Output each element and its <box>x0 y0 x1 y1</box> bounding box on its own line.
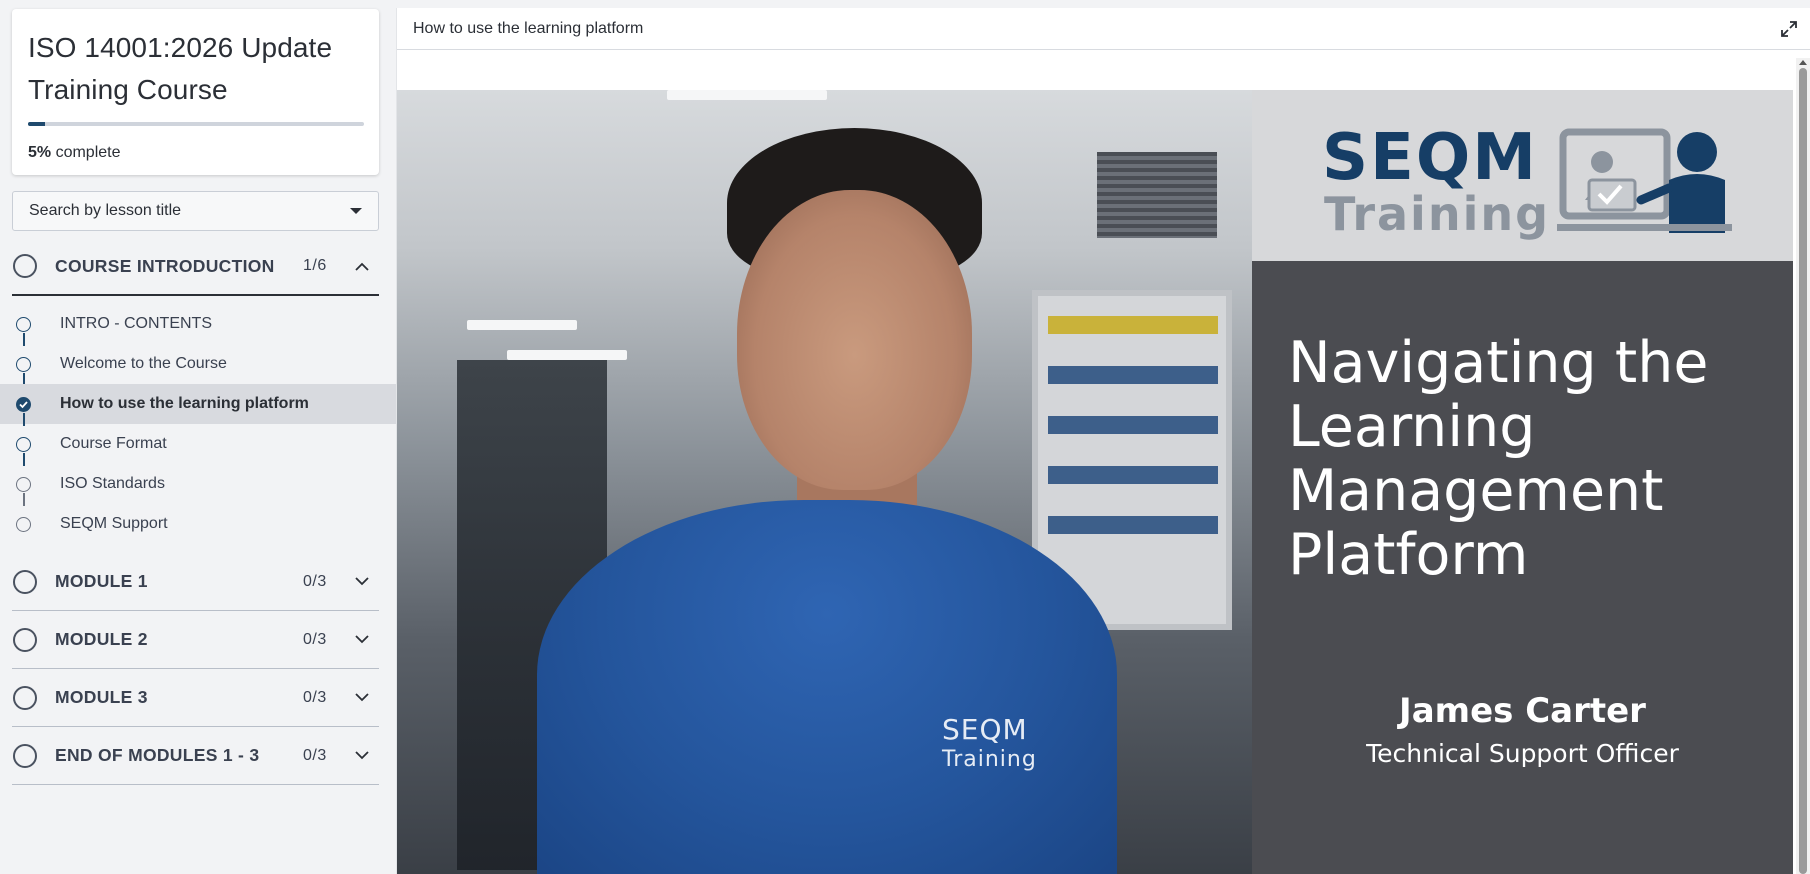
presenter-role: Technical Support Officer <box>1366 739 1679 768</box>
lesson-view-title: How to use the learning platform <box>413 19 644 37</box>
lesson-label: INTRO - CONTENTS <box>60 315 212 332</box>
expand-icon[interactable] <box>1779 19 1799 39</box>
lesson-status-icon <box>16 357 31 372</box>
ceiling-light <box>467 320 577 330</box>
lesson-status-icon <box>16 437 31 452</box>
section-module-3[interactable]: MODULE 3 0/3 <box>12 669 379 727</box>
lesson-label: ISO Standards <box>60 475 165 492</box>
course-progress-bar <box>28 122 364 126</box>
presenter-face <box>737 190 972 490</box>
seqm-logo-panel: SEQM Training <box>1252 90 1793 261</box>
presenter-board-icon <box>1557 128 1732 233</box>
section-progress-count: 0/3 <box>303 572 327 590</box>
lesson-status-icon <box>16 517 31 532</box>
ceiling-light <box>667 90 827 100</box>
logo-text-training: Training <box>1324 187 1551 241</box>
lesson-item[interactable]: Course Format <box>0 424 396 464</box>
section-progress-count: 0/3 <box>303 688 327 706</box>
lesson-item[interactable]: ISO Standards <box>0 464 396 504</box>
ceiling-light <box>507 350 627 360</box>
course-sidebar: ISO 14001:2026 Update Training Course 5%… <box>0 0 396 874</box>
lesson-search-select[interactable]: Search by lesson title <box>12 191 379 231</box>
section-status-icon <box>13 254 37 278</box>
progress-value: 5% <box>28 144 52 161</box>
lesson-status-icon <box>16 477 31 492</box>
section-title: MODULE 3 <box>55 687 148 707</box>
chevron-down-icon[interactable] <box>355 575 369 589</box>
section-title: MODULE 1 <box>55 571 148 591</box>
scroll-thumb[interactable] <box>1799 68 1807 874</box>
lesson-header: How to use the learning platform <box>397 8 1810 50</box>
video-heading: Navigating the Learning Management Platf… <box>1288 330 1709 588</box>
lesson-video[interactable]: SEQM Training SEQM Training Navigating t… <box>397 90 1793 874</box>
lesson-label: SEQM Support <box>60 515 168 532</box>
section-progress-count: 0/3 <box>303 746 327 764</box>
course-progress-text: 5% complete <box>28 144 121 162</box>
lesson-label: Welcome to the Course <box>60 355 227 372</box>
chevron-down-icon[interactable] <box>355 691 369 705</box>
section-course-introduction[interactable]: COURSE INTRODUCTION 1/6 <box>12 238 379 296</box>
section-module-1[interactable]: MODULE 1 0/3 <box>12 553 379 611</box>
section-end-of-modules[interactable]: END OF MODULES 1 - 3 0/3 <box>12 727 379 785</box>
section-status-icon <box>13 743 37 768</box>
lesson-search-placeholder: Search by lesson title <box>29 202 182 219</box>
section-progress-count: 0/3 <box>303 630 327 648</box>
chevron-up-icon[interactable] <box>355 259 369 273</box>
video-background-room: SEQM Training <box>397 90 1252 874</box>
lesson-content-area: How to use the learning platform SEQM Tr… <box>396 8 1810 874</box>
lesson-item[interactable]: SEQM Support <box>0 504 396 544</box>
section-status-icon <box>13 627 37 652</box>
course-title: ISO 14001:2026 Update Training Course <box>28 32 333 105</box>
section-module-2[interactable]: MODULE 2 0/3 <box>12 611 379 669</box>
section-title: END OF MODULES 1 - 3 <box>55 745 260 765</box>
course-progress-fill <box>28 122 45 126</box>
check-circle-icon <box>16 397 31 412</box>
section-status-icon <box>13 569 37 594</box>
section-status-icon <box>13 685 37 710</box>
section-title: COURSE INTRODUCTION <box>55 255 275 276</box>
presenter-shirt <box>537 500 1117 874</box>
logo-text-seqm: SEQM <box>1322 121 1538 195</box>
content-scrollbar[interactable] <box>1796 58 1810 874</box>
lesson-status-icon <box>16 317 31 332</box>
lesson-item[interactable]: INTRO - CONTENTS <box>0 304 396 344</box>
section-progress-count: 1/6 <box>303 257 327 274</box>
lesson-label: How to use the learning platform <box>60 395 309 412</box>
progress-suffix: complete <box>51 144 121 161</box>
chevron-down-icon[interactable] <box>355 749 369 763</box>
title-panel: Navigating the Learning Management Platf… <box>1252 261 1793 874</box>
shirt-logo: SEQM Training <box>942 713 1037 773</box>
scroll-up-arrow-icon[interactable] <box>1799 60 1807 65</box>
presenter-name: James Carter <box>1399 691 1646 731</box>
chevron-down-icon[interactable] <box>355 633 369 647</box>
lesson-label: Course Format <box>60 435 167 452</box>
wall-vent <box>1097 152 1217 238</box>
lesson-item-active[interactable]: How to use the learning platform <box>0 384 396 424</box>
course-summary-card: ISO 14001:2026 Update Training Course 5%… <box>12 9 379 175</box>
section-title: MODULE 2 <box>55 629 148 649</box>
caret-down-icon <box>350 208 362 214</box>
lesson-item[interactable]: Welcome to the Course <box>0 344 396 384</box>
